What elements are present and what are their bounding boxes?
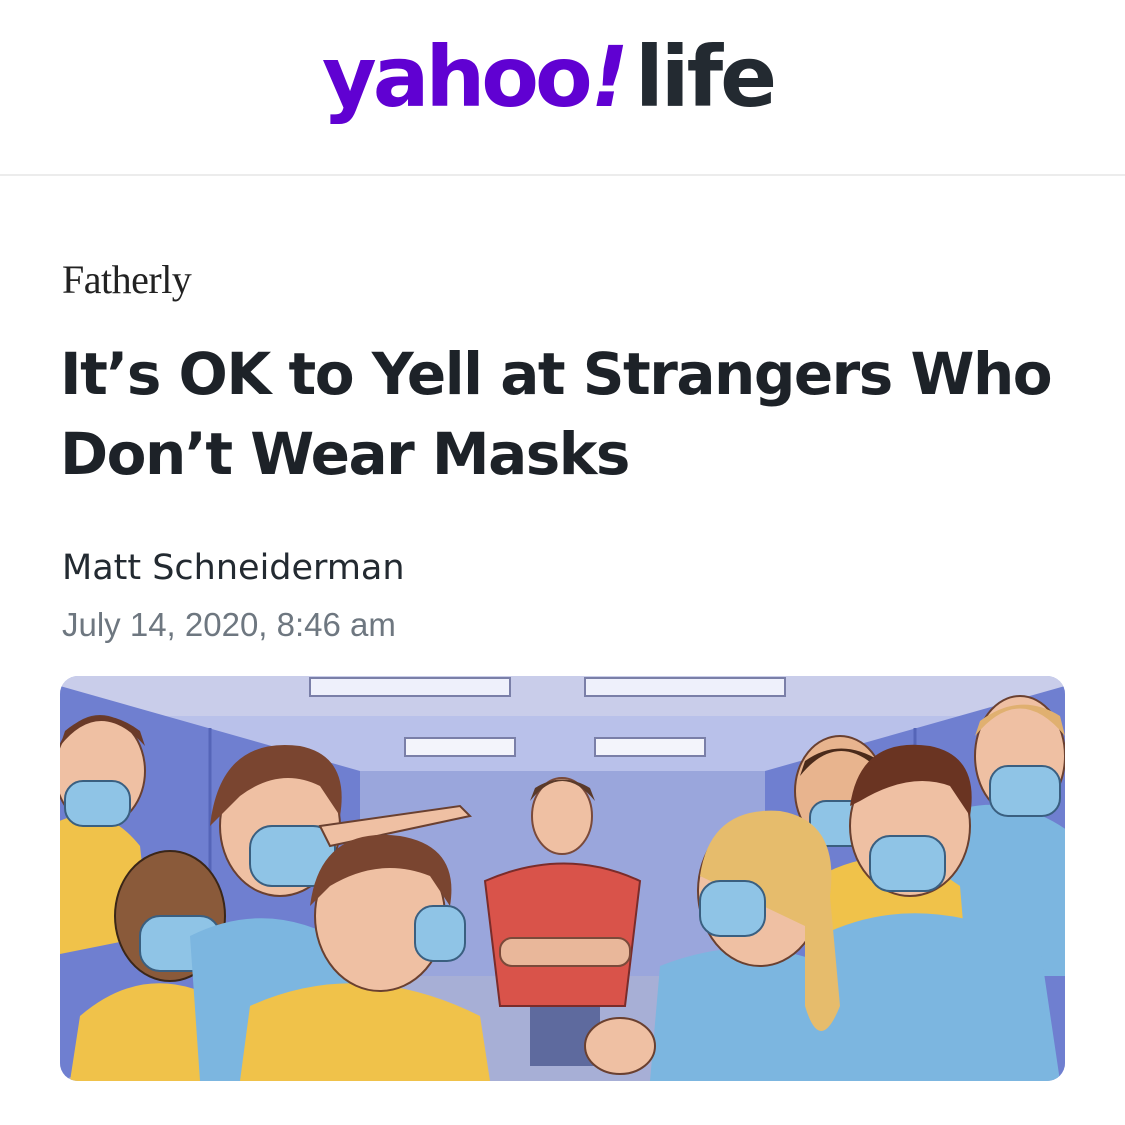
logo-section-text: life — [634, 28, 777, 126]
article-headline: It’s OK to Yell at Strangers Who Don’t W… — [60, 340, 1053, 488]
yahoo-life-logo[interactable]: yahoo ! life — [322, 28, 777, 128]
illustration-image — [60, 676, 1065, 1081]
logo-brand-text: yahoo — [322, 28, 593, 126]
hero-illustration[interactable] — [60, 676, 1065, 1081]
article-date: July 14, 2020, 8:46 am — [62, 606, 396, 643]
logo-bang-text: ! — [590, 28, 629, 126]
site-header: yahoo ! life — [0, 0, 1125, 176]
publisher-name[interactable]: Fatherly — [62, 256, 192, 303]
article-author[interactable]: Matt Schneiderman — [62, 548, 405, 588]
